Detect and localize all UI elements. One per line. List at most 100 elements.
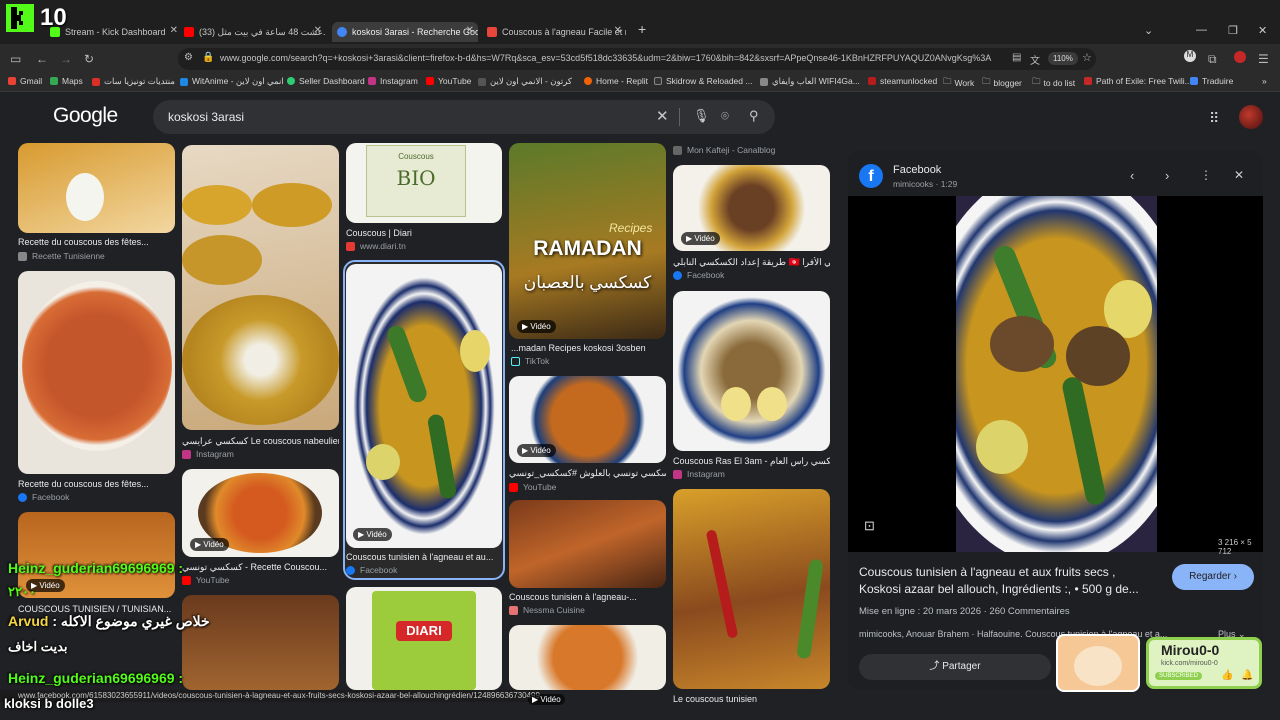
- result-source[interactable]: Instagram: [182, 449, 234, 459]
- next-arrow-icon[interactable]: ›: [1165, 168, 1169, 183]
- google-apps-icon[interactable]: ⠿: [1209, 110, 1219, 127]
- result-caption[interactable]: كسكسي تونسي بالعلوش #كسكسي_تونسي: [509, 468, 666, 479]
- avatar[interactable]: [1239, 105, 1263, 129]
- zoom-level[interactable]: 110%: [1048, 52, 1078, 65]
- result-video-recette-couscous[interactable]: ▶ Vidéo: [182, 469, 339, 557]
- bookmark-traduire[interactable]: Traduire: [1190, 76, 1233, 86]
- result-caption[interactable]: Recette du couscous des fêtes...: [18, 237, 175, 247]
- new-tab-button[interactable]: +: [638, 21, 646, 37]
- tab-kick-dashboard[interactable]: Stream - Kick Dashboard ✕: [50, 22, 182, 42]
- bookmark-folder-work[interactable]: 🗀 Work: [943, 76, 974, 90]
- result-caption[interactable]: طريقة إعداد الكسكسي النابلي 🇹🇳 كسكسي الأ…: [673, 257, 830, 268]
- close-panel-icon[interactable]: ✕: [1234, 168, 1244, 182]
- tab-list-chevron-icon[interactable]: ⌄: [1144, 24, 1153, 37]
- sidebar-toggle-icon[interactable]: ▭: [10, 52, 21, 66]
- result-source-top[interactable]: Mon Kafteji - Canalblog: [673, 145, 775, 155]
- bookmark-gmail[interactable]: Gmail: [8, 76, 42, 86]
- translate-icon[interactable]: 文: [1030, 52, 1040, 67]
- maximize-button[interactable]: ❐: [1228, 24, 1238, 37]
- result-image-couscous-fetes[interactable]: [18, 271, 175, 474]
- bookmark-wifi4games[interactable]: العاب وايفاي WIFI4Ga...: [760, 76, 860, 87]
- bookmark-path-of-exile[interactable]: Path of Exile: Free Twili...: [1084, 76, 1192, 86]
- close-tab-icon[interactable]: ✕: [466, 25, 474, 36]
- result-source[interactable]: Facebook: [673, 270, 724, 280]
- tab-youtube-video[interactable]: (33) عشت 48 ساعة في بيت مثل... ✕: [184, 22, 326, 42]
- forward-arrow-icon[interactable]: →: [60, 52, 72, 66]
- bookmark-skidrow[interactable]: Skidrow & Reloaded ...: [654, 76, 752, 86]
- result-image-couscous-egg[interactable]: [18, 143, 175, 233]
- site-info-icon[interactable]: ⚙: [184, 52, 193, 63]
- tab-google-search[interactable]: koskosi 3arasi - Recherche Google ✕: [332, 22, 478, 42]
- search-input[interactable]: koskosi 3arasi: [168, 110, 244, 124]
- search-icon[interactable]: ⚲: [749, 108, 759, 124]
- close-tab-icon[interactable]: ✕: [314, 25, 322, 36]
- close-window-button[interactable]: ✕: [1258, 24, 1267, 37]
- facebook-icon[interactable]: f: [859, 164, 883, 188]
- back-arrow-icon[interactable]: ←: [36, 52, 48, 66]
- result-source[interactable]: Nessma Cuisine: [509, 605, 585, 615]
- result-image-couscous-bio[interactable]: Couscous BIO: [346, 143, 502, 223]
- result-image-diari-pack[interactable]: DIARI: [346, 587, 502, 690]
- result-source[interactable]: YouTube: [509, 482, 556, 492]
- share-button[interactable]: ⤴ Partager: [859, 654, 1051, 680]
- bookmark-folder-blogger[interactable]: 🗀 blogger: [982, 76, 1022, 90]
- reader-view-icon[interactable]: ▤: [1012, 52, 1021, 63]
- result-source[interactable]: Recette Tunisienne: [18, 251, 105, 261]
- search-box[interactable]: koskosi 3arasi ✕ 🎙 ⌾ ⚲: [153, 100, 775, 134]
- result-source[interactable]: TikTok: [511, 356, 549, 366]
- result-caption[interactable]: Couscous Ras El 3am - كسكسي راس العام: [673, 456, 830, 467]
- tab-couscous-recipe[interactable]: Couscous à l'agneau Facile et ra... ✕: [484, 22, 626, 42]
- visit-button[interactable]: Regarder ›: [1172, 564, 1254, 590]
- result-video-couscous-nabeuli[interactable]: ▶ Vidéo: [673, 165, 830, 251]
- bookmark-witanime[interactable]: WitAnime - انمي اون لاين: [180, 76, 284, 87]
- bookmark-tunisia-sat[interactable]: منتديات تونيزيا سات: [92, 76, 175, 87]
- bookmark-star-icon[interactable]: ☆: [1082, 51, 1092, 64]
- close-tab-icon[interactable]: ✕: [170, 25, 178, 36]
- url-field[interactable]: ⚙ 🔒 www.google.com/search?q=+koskosi+3ar…: [178, 48, 1096, 70]
- more-bookmarks-icon[interactable]: »: [1262, 76, 1267, 86]
- more-options-icon[interactable]: ⋮: [1200, 168, 1212, 182]
- bookmark-steamunlocked[interactable]: steamunlocked: [868, 76, 937, 86]
- result-source[interactable]: www.diari.tn: [346, 241, 406, 251]
- result-image-le-couscous-tunisien[interactable]: [673, 489, 830, 689]
- result-source[interactable]: Instagram: [673, 469, 725, 479]
- result-caption[interactable]: كسكسي عرايسي Le couscous nabeulien...: [182, 436, 339, 447]
- result-video-couscous-tunisien[interactable]: ▶ Vidéo: [18, 512, 175, 598]
- result-image-couscous-dark[interactable]: [182, 595, 339, 690]
- result-video-couscous-agneau-selected[interactable]: ▶ Vidéo Couscous tunisien à l'agneau et …: [343, 260, 505, 580]
- close-tab-icon[interactable]: ✕: [614, 25, 622, 36]
- preview-image-area[interactable]: ⊡ 3 216 × 5 712: [848, 196, 1263, 556]
- preview-image[interactable]: [956, 196, 1157, 552]
- result-image-couscous-ras-el-3am[interactable]: [673, 291, 830, 451]
- google-logo[interactable]: Google: [53, 104, 118, 128]
- extensions-icon[interactable]: ⧉: [1208, 52, 1217, 67]
- result-image-couscous-agneau-nessma[interactable]: [509, 500, 666, 588]
- minimize-button[interactable]: —: [1196, 24, 1207, 36]
- bookmark-folder-todo[interactable]: 🗀 to do list: [1032, 76, 1075, 90]
- panel-source-name[interactable]: Facebook: [893, 164, 941, 176]
- result-source[interactable]: YouTube: [182, 575, 229, 585]
- result-caption[interactable]: Couscous tunisien à l'agneau-...: [509, 592, 666, 602]
- result-caption[interactable]: ...madan Recipes koskosi 3osben: [511, 343, 666, 353]
- result-source[interactable]: Facebook: [18, 492, 69, 502]
- result-caption[interactable]: كسكسي تونسي - Recette Couscou...: [182, 562, 339, 573]
- panel-title[interactable]: Couscous tunisien à l'agneau et aux frui…: [859, 564, 1159, 598]
- result-video-ramadan-recipes[interactable]: RAMADAN Recipes كسكسي بالعصبان ▶ Vidéo: [509, 143, 666, 339]
- result-caption[interactable]: Couscous | Diari: [346, 228, 502, 238]
- result-image-couscous-nabeulien[interactable]: [182, 145, 339, 430]
- result-caption[interactable]: Le couscous tunisien: [673, 694, 830, 704]
- microphone-icon[interactable]: 🎙: [693, 108, 710, 124]
- bookmark-seller-dashboard[interactable]: Seller Dashboard: [287, 76, 365, 86]
- bookmark-instagram[interactable]: Instagram: [368, 76, 418, 86]
- result-video-couscous-vegetables[interactable]: [509, 625, 666, 690]
- bookmark-maps[interactable]: Maps: [50, 76, 83, 86]
- menu-icon[interactable]: ☰: [1258, 52, 1269, 66]
- lens-search-icon[interactable]: ⊡: [864, 518, 875, 534]
- bookmark-replit[interactable]: Home - Replit: [584, 76, 648, 86]
- account-icon[interactable]: M: [1184, 50, 1196, 62]
- result-caption[interactable]: Recette du couscous des fêtes...: [18, 479, 175, 489]
- previous-arrow-icon[interactable]: ‹: [1130, 168, 1134, 183]
- reload-icon[interactable]: ↻: [84, 52, 94, 66]
- extension-red-icon[interactable]: [1234, 51, 1246, 63]
- bookmark-youtube[interactable]: YouTube: [426, 76, 471, 86]
